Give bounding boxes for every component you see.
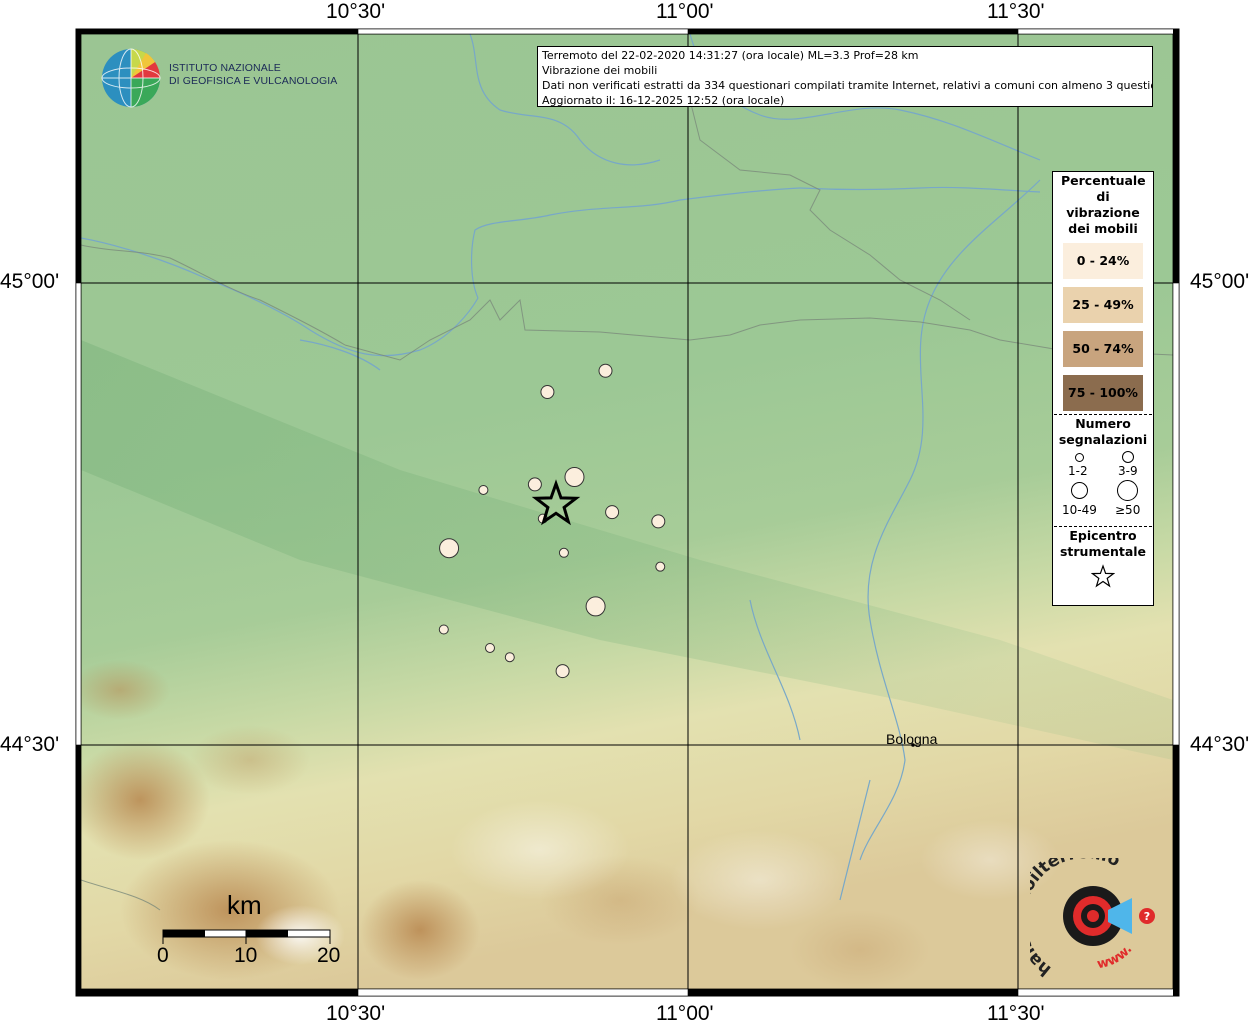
intensity-point bbox=[527, 477, 542, 492]
legend-circle-xlarge bbox=[1117, 480, 1138, 501]
ingv-logo-globe bbox=[101, 48, 161, 108]
intensity-point bbox=[564, 467, 585, 488]
intensity-point bbox=[478, 484, 489, 495]
intensity-point bbox=[439, 538, 460, 559]
intensity-point bbox=[485, 642, 495, 653]
intensity-point bbox=[605, 505, 620, 520]
map-subject: Vibrazione dei mobili bbox=[542, 64, 658, 77]
intensity-point bbox=[585, 596, 606, 617]
intensity-point bbox=[558, 547, 569, 558]
legend: Percentuale di vibrazione dei mobili 0 -… bbox=[1052, 171, 1154, 606]
scale-label-10: 10 bbox=[234, 944, 258, 967]
intensity-point bbox=[504, 652, 515, 663]
data-disclaimer: Dati non verificati estratti da 334 ques… bbox=[542, 79, 1153, 92]
y-tick-right-4430: 44°30' bbox=[1190, 733, 1250, 756]
scale-label-20: 20 bbox=[317, 944, 341, 967]
intensity-point bbox=[651, 514, 666, 529]
legend-circle-large bbox=[1071, 482, 1088, 499]
hsit-logo-text: haisentitoilterremoto.it www. bbox=[1030, 858, 1136, 980]
update-timestamp: Aggiornato il: 16-12-2025 12:52 (ora loc… bbox=[542, 94, 785, 107]
legend-circle-small bbox=[1075, 453, 1084, 462]
intensity-point bbox=[655, 561, 666, 572]
x-tick-top-1130: 11°30' bbox=[987, 0, 1045, 23]
intensity-point bbox=[555, 664, 570, 679]
ingv-name-line1: ISTITUTO NAZIONALE bbox=[169, 62, 281, 74]
intensity-point bbox=[540, 385, 555, 400]
legend-circle-medium bbox=[1122, 451, 1134, 463]
legend-percent-title: Percentuale di vibrazione dei mobili bbox=[1061, 173, 1146, 236]
legend-epicenter-title: Epicentro strumentale bbox=[1059, 528, 1147, 559]
city-label-bologna: Bologna bbox=[886, 731, 938, 747]
x-tick-top-1100: 11°00' bbox=[656, 0, 714, 23]
scale-unit: km bbox=[227, 890, 262, 920]
ingv-logo-text: ISTITUTO NAZIONALE DI GEOFISICA E VULCAN… bbox=[169, 62, 337, 88]
y-tick-right-4500: 45°00' bbox=[1190, 270, 1250, 293]
y-tick-left-4500: 45°00' bbox=[0, 270, 60, 293]
legend-count-10-49: 10-49 bbox=[1062, 503, 1097, 517]
x-tick-bottom-1030: 10°30' bbox=[326, 1002, 386, 1025]
x-tick-bottom-1130: 11°30' bbox=[987, 1002, 1045, 1025]
svg-text:www.: www. bbox=[1096, 942, 1136, 972]
legend-class-25-49: 25 - 49% bbox=[1063, 287, 1143, 323]
intensity-point bbox=[438, 624, 449, 635]
legend-class-75-100: 75 - 100% bbox=[1063, 375, 1143, 411]
y-tick-left-4430: 44°30' bbox=[0, 733, 60, 756]
legend-star-icon bbox=[1091, 564, 1115, 588]
x-tick-bottom-1100: 11°00' bbox=[656, 1002, 714, 1025]
legend-count-3-9: 3-9 bbox=[1118, 464, 1138, 478]
hsit-site-prefix: www. bbox=[1096, 942, 1136, 972]
legend-count-50-plus: ≥50 bbox=[1115, 503, 1141, 517]
terrain-layer bbox=[81, 34, 1173, 989]
intensity-point bbox=[598, 363, 613, 378]
event-title: Terremoto del 22-02-2020 14:31:27 (ora l… bbox=[542, 49, 919, 62]
legend-count-1-2: 1-2 bbox=[1068, 464, 1088, 478]
event-info-box: Terremoto del 22-02-2020 14:31:27 (ora l… bbox=[537, 46, 1153, 107]
x-tick-top-1030: 10°30' bbox=[326, 0, 386, 23]
scale-label-0: 0 bbox=[157, 944, 169, 967]
legend-count-title: Numero segnalazioni bbox=[1058, 416, 1148, 447]
legend-count-symbols: 1-2 3-9 10-49 ≥50 bbox=[1053, 448, 1153, 526]
legend-class-0-24: 0 - 24% bbox=[1063, 243, 1143, 279]
ingv-name-line2: DI GEOFISICA E VULCANOLOGIA bbox=[169, 75, 338, 87]
legend-class-50-74: 50 - 74% bbox=[1063, 331, 1143, 367]
